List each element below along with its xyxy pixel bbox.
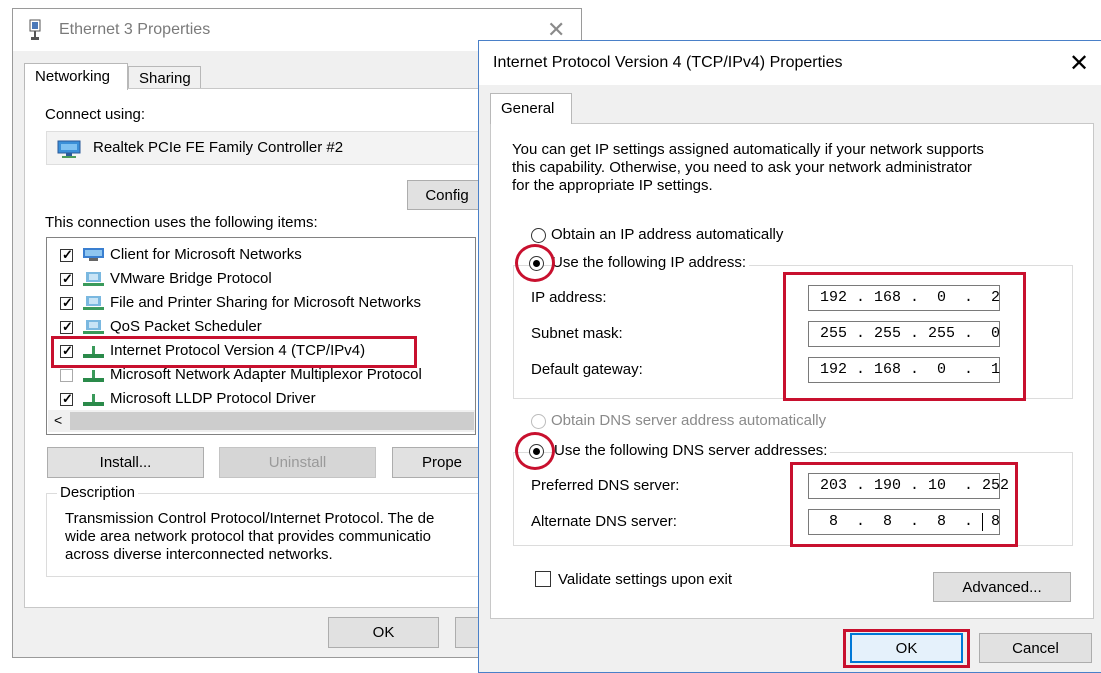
intro-text-line: You can get IP settings assigned automat… [512,141,984,158]
highlight-ipv4-item [51,336,417,368]
tab-networking[interactable]: Networking [24,63,128,90]
network-service-icon [83,272,104,286]
preferred-dns-label: Preferred DNS server: [531,477,680,494]
connect-using-label: Connect using: [45,106,146,123]
tab-networking-label: Networking [35,68,111,85]
uninstall-button[interactable]: Uninstall [219,447,376,478]
validate-label: Validate settings upon exit [558,571,733,588]
window-title: Ethernet 3 Properties [59,21,211,38]
obtain-dns-radio[interactable] [531,414,546,429]
highlight-ok-button [843,629,970,668]
configure-button[interactable]: Config [407,180,487,210]
network-client-icon [83,248,104,261]
highlight-use-ip-radio [515,244,555,282]
tab-general[interactable]: General [490,93,572,124]
description-label: Description [57,484,139,501]
ip-address-label: IP address: [531,289,607,306]
network-service-icon [83,296,104,310]
scrollbar-thumb[interactable] [70,412,474,430]
item-checkbox[interactable]: ✓ [60,319,73,334]
tab-sharing-label: Sharing [139,70,191,87]
item-checkbox[interactable]: ✓ [60,271,73,286]
item-label: VMware Bridge Protocol [110,270,272,287]
intro-text-line: this capability. Otherwise, you need to … [512,159,972,176]
close-icon[interactable]: ✕ [1069,49,1089,78]
cancel-button[interactable]: Cancel [979,633,1092,663]
item-label: File and Printer Sharing for Microsoft N… [110,294,421,311]
description-line: wide area network protocol that provides… [65,528,432,545]
item-checkbox[interactable]: ✓ [60,247,73,262]
network-service-icon [83,320,104,334]
properties-button[interactable]: Prope [392,447,492,478]
ipv4-title-bar: Internet Protocol Version 4 (TCP/IPv4) P… [479,41,1101,85]
adapter-box: Realtek PCIe FE Family Controller #2 [46,131,482,165]
highlight-dns-fields [790,462,1018,547]
use-ip-label: Use the following IP address: [552,254,749,271]
network-protocol-icon [83,370,104,382]
network-adapter-icon [29,19,41,40]
item-label: Client for Microsoft Networks [110,246,302,263]
tab-sharing[interactable]: Sharing [128,66,201,90]
obtain-dns-label: Obtain DNS server address automatically [551,412,827,429]
adapter-name: Realtek PCIe FE Family Controller #2 [93,139,344,156]
network-card-icon [57,140,81,158]
tab-general-label: General [501,100,555,117]
intro-text-line: for the appropriate IP settings. [512,177,713,194]
ethernet-ok-button[interactable]: OK [328,617,439,648]
install-button[interactable]: Install... [47,447,204,478]
dialog-title: Internet Protocol Version 4 (TCP/IPv4) P… [493,54,843,71]
horizontal-scrollbar[interactable]: < [48,410,475,432]
default-gateway-label: Default gateway: [531,361,643,378]
description-line: Transmission Control Protocol/Internet P… [65,510,435,527]
alternate-dns-label: Alternate DNS server: [531,513,677,530]
highlight-ip-fields [783,272,1026,401]
advanced-button[interactable]: Advanced... [933,572,1071,602]
obtain-ip-radio[interactable] [531,228,546,243]
use-dns-label: Use the following DNS server addresses: [554,442,831,459]
item-checkbox[interactable]: ✓ [60,295,73,310]
scroll-left-icon[interactable]: < [54,412,62,428]
item-label: Microsoft Network Adapter Multiplexor Pr… [110,366,422,383]
description-line: across diverse interconnected networks. [65,546,333,563]
network-protocol-icon [83,394,104,406]
validate-checkbox[interactable] [535,571,551,587]
items-label: This connection uses the following items… [45,214,318,231]
item-label: Microsoft LLDP Protocol Driver [110,390,316,407]
highlight-use-dns-radio [515,432,555,470]
subnet-mask-label: Subnet mask: [531,325,623,342]
item-label: QoS Packet Scheduler [110,318,262,335]
item-checkbox[interactable] [60,369,73,382]
item-checkbox[interactable]: ✓ [60,391,73,406]
obtain-ip-label: Obtain an IP address automatically [551,226,784,243]
